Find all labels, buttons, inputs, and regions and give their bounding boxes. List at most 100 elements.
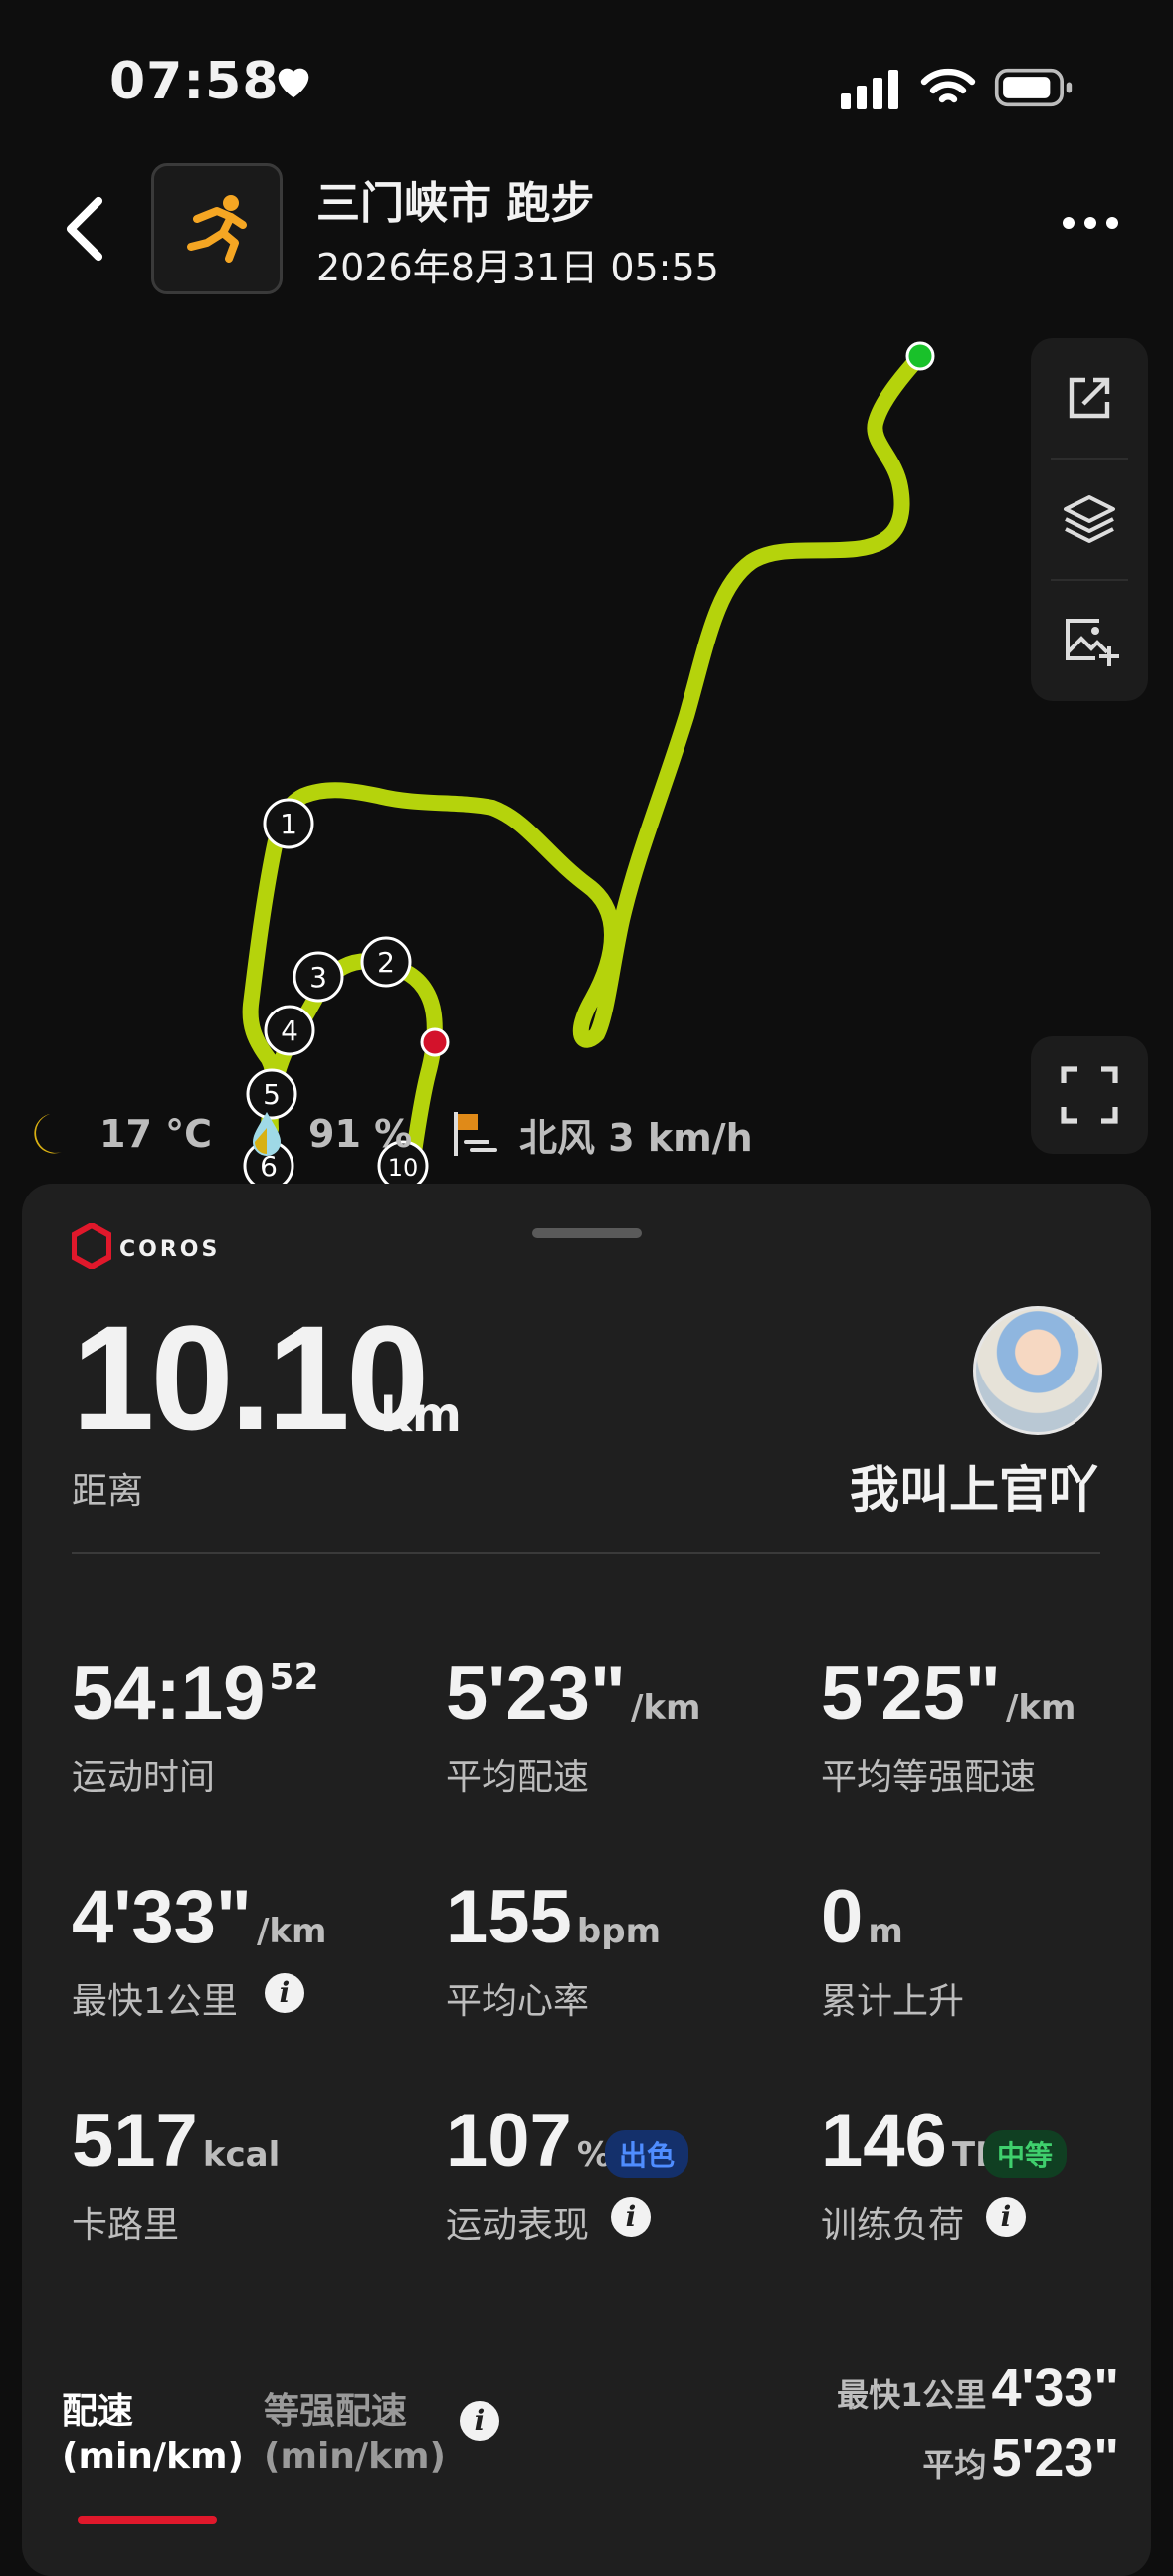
stat-label: 运动表现 [446, 2205, 590, 2246]
average-pace-summary: 平均 5'23" [816, 2427, 1119, 2488]
stat-value: 107 [446, 2099, 572, 2183]
map-layers-button[interactable] [1031, 460, 1148, 579]
stat-value: 517 [72, 2099, 198, 2183]
battery-icon [994, 68, 1073, 107]
stat-fastest-km: 4'33" /km [72, 1880, 326, 1955]
stat-label: 平均等强配速 [821, 1757, 1037, 1798]
more-options-icon[interactable] [1061, 213, 1120, 233]
average-pace-value: 5'23" [991, 2428, 1119, 2487]
wind-flag-icon [454, 1112, 497, 1156]
svg-text:3: 3 [309, 961, 327, 994]
km-marker-2: 2 [360, 936, 412, 988]
running-icon [187, 195, 247, 263]
stat-avg-grade-pace: 5'25" /km [821, 1656, 1075, 1732]
map-tools-panel [1031, 338, 1148, 701]
stat-label: 最快1公里 [72, 1981, 238, 2022]
weather-temperature: 17 °C [28, 1104, 212, 1164]
weather-wind: 北风 3 km/h [448, 1104, 753, 1164]
info-icon[interactable]: i [460, 2401, 499, 2441]
stat-training-load: 146 TL [821, 2104, 997, 2179]
stat-label: 运动时间 [72, 1757, 216, 1798]
tab-unit: (min/km) [264, 2436, 446, 2477]
stat-avg-heart-rate: 155 bpm [446, 1880, 661, 1955]
add-photo-button[interactable] [1031, 581, 1148, 700]
stat-label: 平均配速 [446, 1757, 590, 1798]
stat-calories: 517 kcal [72, 2104, 280, 2179]
route-start-marker [905, 341, 935, 371]
stat-value: 4'33" [72, 1875, 252, 1959]
tab-label: 配速 [62, 2391, 134, 2432]
stat-duration: 54:19 52 [72, 1656, 319, 1732]
tab-unit: (min/km) [62, 2436, 244, 2477]
sport-type-badge [151, 163, 283, 294]
activity-datetime: 2026年8月31日 05:55 [316, 246, 719, 289]
stat-elevation-gain: 0 m [821, 1880, 903, 1955]
stat-unit: m [868, 1912, 903, 1951]
tab-label: 等强配速 [264, 2391, 408, 2432]
back-chevron-icon[interactable] [60, 194, 109, 264]
stat-value: 54:19 [72, 1651, 266, 1736]
km-marker-1: 1 [263, 798, 314, 849]
fastest-km-summary: 最快1公里 4'33" [816, 2357, 1119, 2419]
stat-label: 累计上升 [821, 1981, 965, 2022]
moon-icon [34, 1114, 62, 1154]
info-icon[interactable]: i [611, 2197, 651, 2237]
stat-unit: /km [631, 1688, 701, 1728]
stat-performance: 107 % [446, 2104, 611, 2179]
fullscreen-button[interactable] [1031, 1036, 1148, 1154]
stat-unit: kcal [202, 2135, 281, 2175]
stat-label: 训练负荷 [821, 2205, 965, 2246]
distance-label: 距离 [72, 1471, 144, 1512]
fastest-km-label: 最快1公里 [837, 2376, 987, 2414]
activity-title: 三门峡市 跑步 [316, 178, 595, 229]
layers-icon [1064, 495, 1115, 543]
share-icon [1069, 377, 1110, 419]
humidity-drop-icon [253, 1112, 281, 1156]
stat-value: 0 [821, 1875, 864, 1959]
section-divider [72, 1552, 1100, 1554]
stat-value: 5'25" [821, 1651, 1001, 1736]
stat-label: 卡路里 [72, 2205, 180, 2246]
info-icon[interactable]: i [986, 2197, 1026, 2237]
avatar[interactable] [973, 1306, 1102, 1435]
wifi-icon [920, 68, 976, 103]
stat-avg-pace: 5'23" /km [446, 1656, 700, 1732]
average-pace-label: 平均 [922, 2446, 987, 2484]
sheet-drag-handle[interactable] [532, 1228, 642, 1238]
distance-unit: km [380, 1387, 462, 1443]
stat-unit: /km [1006, 1688, 1076, 1728]
stat-value: 146 [821, 2099, 947, 2183]
info-icon[interactable]: i [265, 1973, 304, 2013]
route-end-marker [420, 1027, 450, 1057]
status-time: 07:58 [109, 52, 280, 111]
cellular-signal-icon [841, 70, 898, 109]
weather-humidity: 91 % [247, 1104, 412, 1164]
tab-grade-adjusted-pace[interactable]: 等强配速 (min/km) [264, 2389, 446, 2479]
svg-text:2: 2 [377, 946, 395, 979]
stat-superscript: 52 [269, 1657, 319, 1698]
stat-label: 平均心率 [446, 1981, 590, 2022]
tab-pace[interactable]: 配速 (min/km) [62, 2389, 244, 2479]
stat-value: 5'23" [446, 1651, 626, 1736]
share-button[interactable] [1031, 338, 1148, 458]
svg-text:4: 4 [281, 1014, 298, 1047]
stat-unit: bpm [576, 1912, 662, 1951]
km-marker-3: 3 [293, 951, 344, 1003]
username[interactable]: 我叫上官吖 [846, 1450, 1098, 1522]
brand-name: COROS [119, 1237, 221, 1262]
performance-badge: 出色 [605, 2130, 689, 2178]
fullscreen-icon [1061, 1066, 1118, 1124]
route-track [242, 348, 928, 1182]
route-map[interactable]: 1 2 3 4 5 6 10 [0, 298, 1173, 1194]
km-marker-4: 4 [264, 1005, 315, 1056]
heart-icon [278, 68, 309, 98]
coros-logo-icon [72, 1223, 111, 1269]
stat-value: 155 [446, 1875, 572, 1959]
fastest-km-value: 4'33" [991, 2358, 1119, 2418]
image-add-icon [1066, 619, 1119, 666]
active-tab-indicator [78, 2516, 217, 2524]
stat-unit: /km [257, 1912, 327, 1951]
training-load-badge: 中等 [983, 2130, 1068, 2178]
distance-value: 10.10 [72, 1294, 429, 1461]
svg-text:1: 1 [280, 808, 297, 840]
